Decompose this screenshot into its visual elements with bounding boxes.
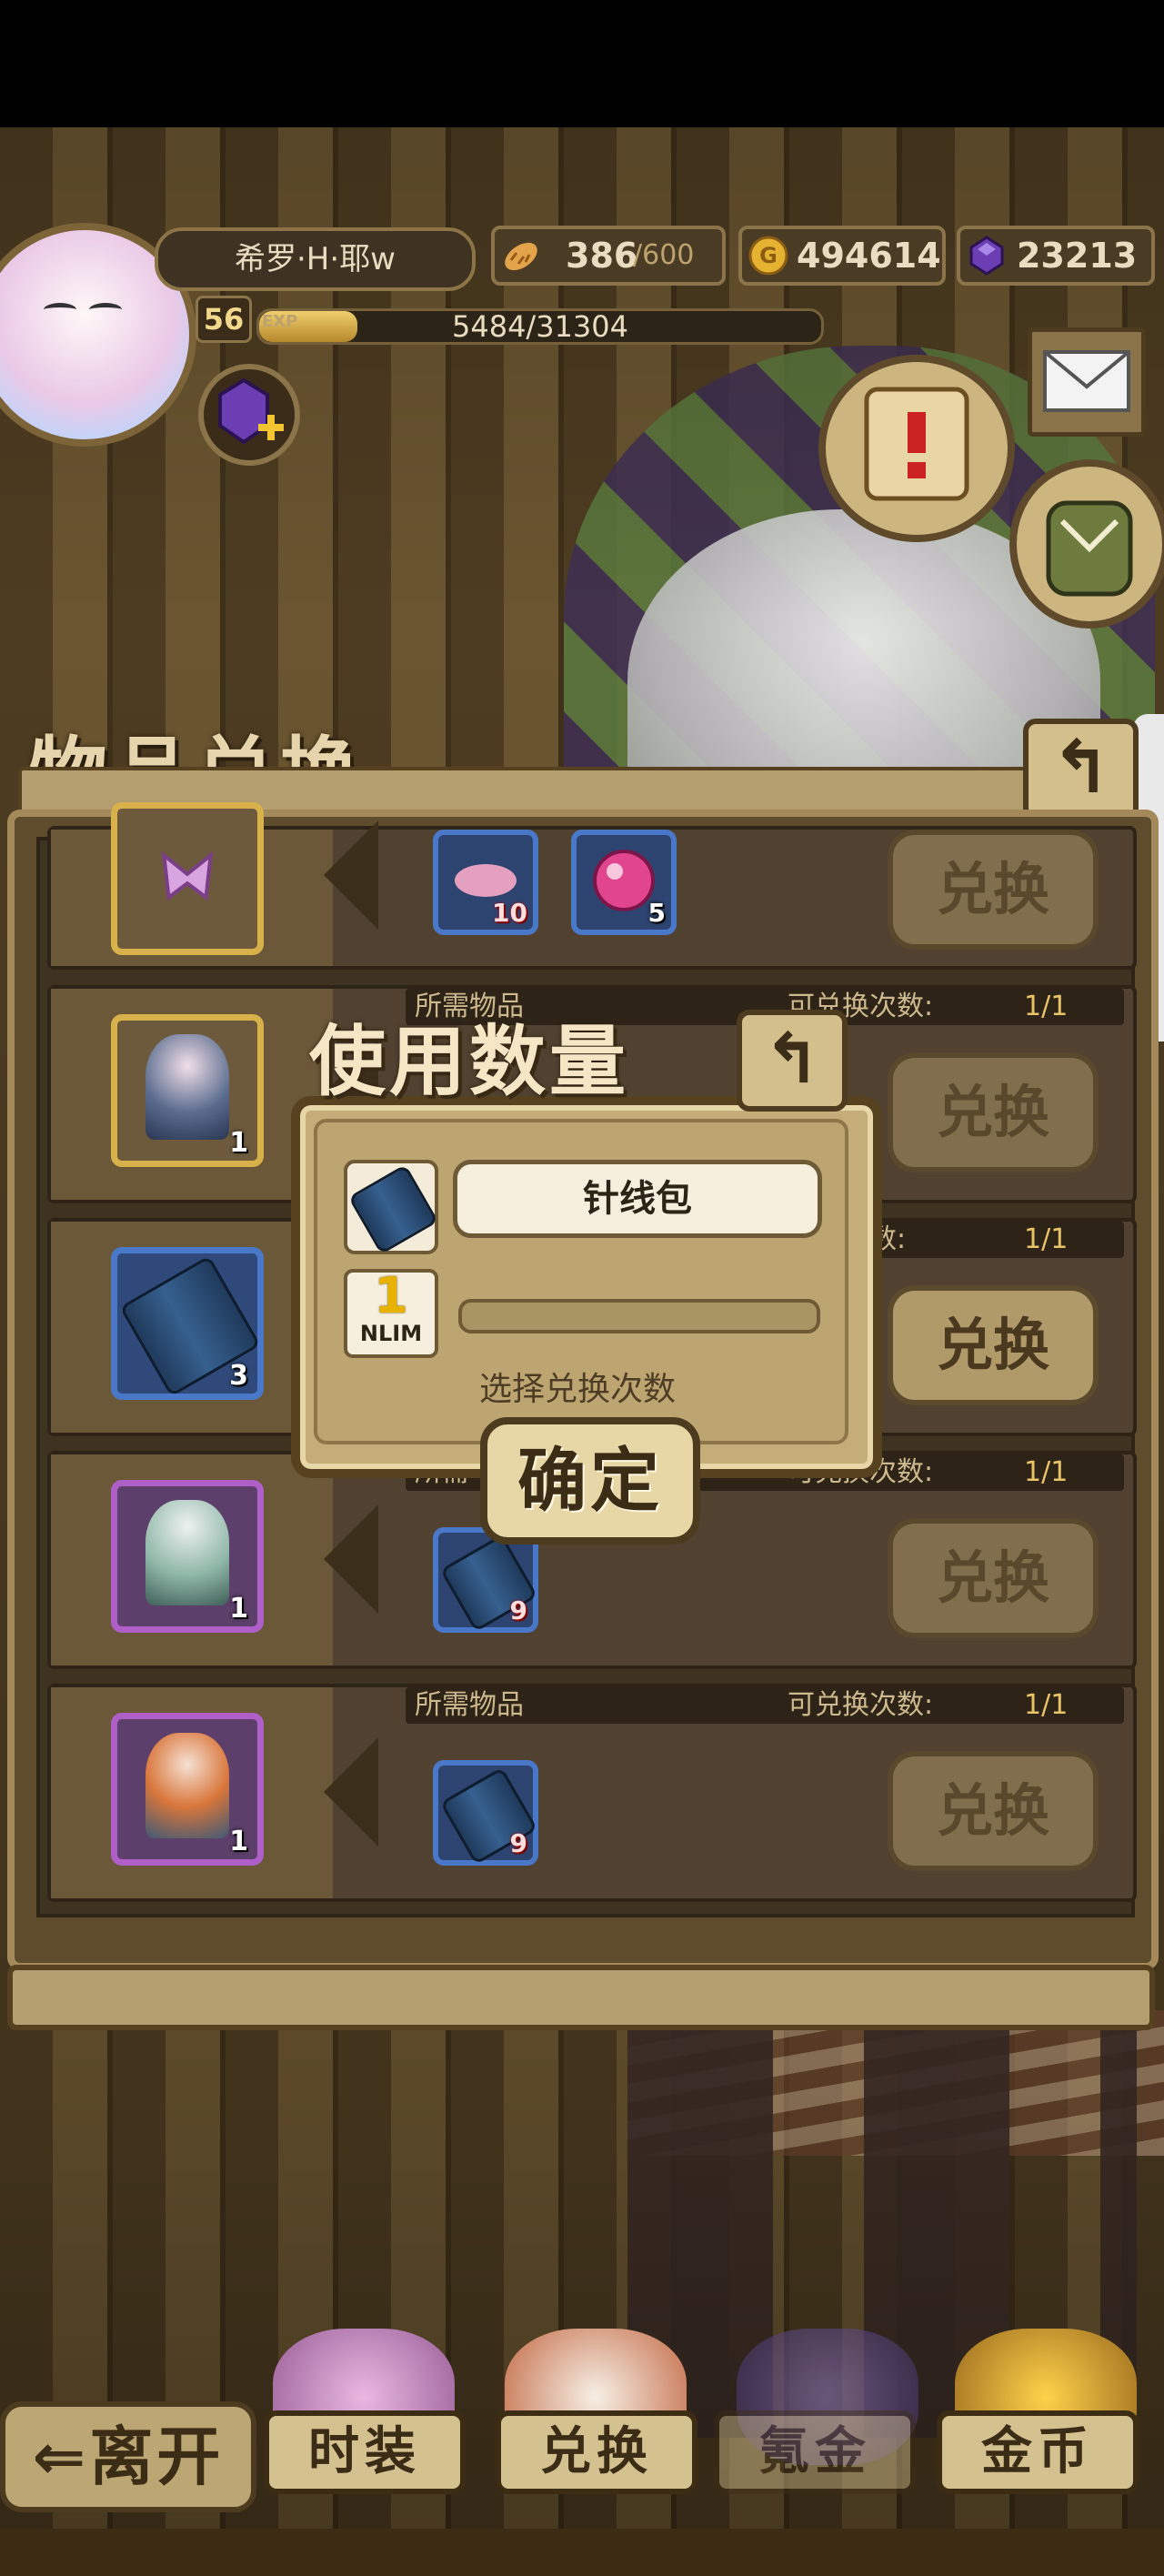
required-item-slot[interactable]: 9 xyxy=(433,1760,538,1866)
reward-item-slot[interactable]: 1 xyxy=(111,1014,264,1167)
quest-scroll-button[interactable] xyxy=(818,355,1015,542)
times-value: 1/1 xyxy=(1024,1223,1069,1255)
bread-icon xyxy=(505,242,537,271)
exp-bar: 5484/31304 xyxy=(256,308,824,345)
bottom-bar xyxy=(0,2529,1164,2576)
dialog-back-button[interactable]: ↰ xyxy=(737,1010,848,1112)
exchange-button[interactable]: 兑换 xyxy=(888,1751,1099,1871)
nav-tab-gold[interactable]: 金币 xyxy=(937,2410,1139,2494)
times-value: 1/1 xyxy=(1024,1689,1069,1721)
nav-tab-topup[interactable]: 氪金 xyxy=(714,2410,916,2494)
item-count: 1 xyxy=(229,1826,248,1857)
gold-counter[interactable]: G 494614 xyxy=(738,226,946,286)
confirm-button[interactable]: 确定 xyxy=(480,1417,700,1545)
required-item-slot[interactable]: 10 xyxy=(433,830,538,935)
gem-value: 23213 xyxy=(1017,236,1138,276)
mail-icon xyxy=(1043,350,1130,412)
dialog-item-name: 针线包 xyxy=(453,1160,822,1238)
quantity-unit: NLIM xyxy=(359,1321,423,1346)
bag-button[interactable] xyxy=(1009,459,1164,629)
reward-item-slot[interactable] xyxy=(111,802,264,955)
character-figure-icon xyxy=(145,1034,230,1140)
dialog-title: 使用数量 xyxy=(309,1017,630,1106)
quantity-display: 1 NLIM xyxy=(344,1269,438,1358)
times-value: 1/1 xyxy=(1024,991,1069,1022)
row-arrow xyxy=(324,1737,378,1846)
sewing-kit-icon xyxy=(347,1163,439,1255)
panel-bottom-bar xyxy=(7,1965,1155,2030)
item-count: 1 xyxy=(229,1593,248,1625)
bow-ribbon-icon xyxy=(161,850,214,901)
required-count: 10 xyxy=(492,898,527,928)
times-label: 可兑换次数: xyxy=(788,1689,934,1721)
exchange-button[interactable]: 兑换 xyxy=(888,830,1099,950)
player-name: 希罗·H·耶w xyxy=(235,241,396,277)
umbrella-figure-icon xyxy=(145,1500,230,1605)
item-count: 1 xyxy=(229,1127,248,1159)
player-level: 56 xyxy=(196,296,252,343)
avatar-eye-icon xyxy=(89,303,122,317)
exchange-row: 所需物品 可兑换次数: 1/1 1 9 兑换 xyxy=(47,1684,1137,1902)
gem-plus-icon xyxy=(218,377,284,445)
quantity-value: 1 xyxy=(374,1267,408,1324)
leave-button[interactable]: ⇐离开 xyxy=(0,2401,256,2512)
backpack-icon xyxy=(1046,500,1133,597)
player-name-box: 希罗·H·耶w xyxy=(155,227,476,291)
required-count: 9 xyxy=(509,1595,527,1625)
dialog-hint: 选择兑换次数 xyxy=(478,1371,676,1408)
stamina-counter[interactable]: 386 /600 xyxy=(491,226,726,286)
stamina-max: /600 xyxy=(633,239,695,271)
required-count: 5 xyxy=(647,898,666,928)
gem-counter[interactable]: 23213 xyxy=(957,226,1155,286)
required-count: 9 xyxy=(509,1828,527,1858)
exchange-row: 10 5 兑换 xyxy=(47,802,1137,970)
item-count: 3 xyxy=(229,1360,248,1392)
reward-item-slot[interactable]: 3 xyxy=(111,1247,264,1400)
row-arrow xyxy=(324,1504,378,1614)
required-item-slot[interactable]: 5 xyxy=(571,830,677,935)
nav-tab-costume[interactable]: 时装 xyxy=(264,2410,466,2494)
exchange-button[interactable]: 兑换 xyxy=(888,1518,1099,1638)
nav-tab-exchange[interactable]: 兑换 xyxy=(496,2410,697,2494)
back-arrow-icon: ↰ xyxy=(763,1018,821,1099)
times-value: 1/1 xyxy=(1024,1456,1069,1488)
reward-item-slot[interactable]: 1 xyxy=(111,1480,264,1633)
stamina-value: 386 xyxy=(566,236,638,276)
exchange-button[interactable]: 兑换 xyxy=(888,1052,1099,1172)
purple-gem-icon xyxy=(969,236,1004,276)
mail-button[interactable] xyxy=(1028,327,1146,437)
quantity-slider[interactable] xyxy=(458,1299,820,1333)
exp-label: EXP xyxy=(262,312,298,331)
top-black-band xyxy=(0,0,1164,127)
svg-text:G: G xyxy=(759,243,778,268)
required-label: 所需物品 xyxy=(415,1689,524,1721)
exchange-button[interactable]: 兑换 xyxy=(888,1285,1099,1405)
scroll-icon xyxy=(864,387,969,501)
gold-value: 494614 xyxy=(797,236,941,276)
back-arrow-icon: ↰ xyxy=(1049,725,1112,810)
avatar-eye-icon xyxy=(44,303,76,317)
antler-figure-icon xyxy=(145,1733,230,1838)
panel-back-button[interactable]: ↰ xyxy=(1023,719,1139,820)
add-gem-button[interactable] xyxy=(198,364,300,466)
dialog-item-slot xyxy=(344,1160,439,1255)
row-arrow xyxy=(324,820,378,930)
exp-text: 5484/31304 xyxy=(451,309,628,344)
leave-label: 离开 xyxy=(89,2420,225,2494)
row-header: 所需物品 可兑换次数: 1/1 xyxy=(406,1687,1124,1724)
gold-coin-icon: G xyxy=(748,236,788,276)
reward-item-slot[interactable]: 1 xyxy=(111,1713,264,1866)
left-arrow-icon: ⇐ xyxy=(32,2420,90,2494)
